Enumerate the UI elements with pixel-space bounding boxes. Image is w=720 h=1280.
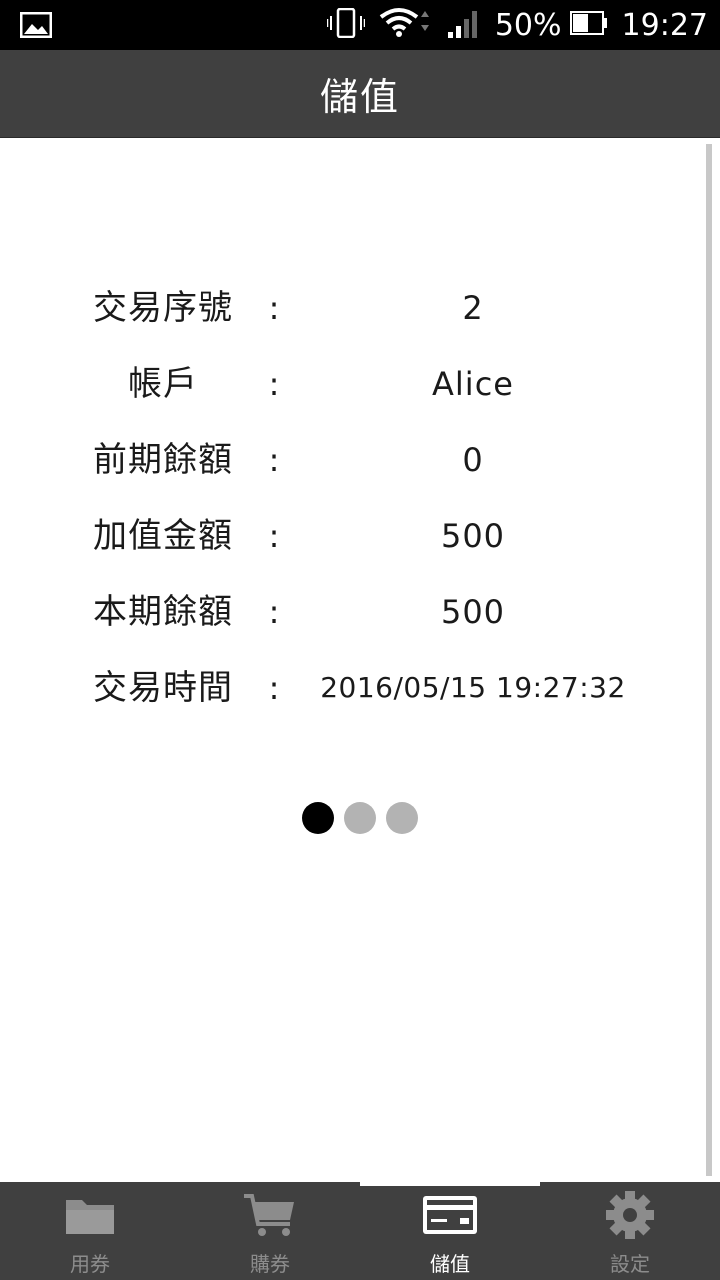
page-dot[interactable] [344, 802, 376, 834]
gear-icon [600, 1190, 660, 1240]
detail-label: 加值金額 [93, 516, 233, 556]
image-notification-icon [19, 11, 53, 42]
detail-row-transaction-time: 交易時間 : 2016/05/15 19:27:32 [0, 658, 720, 718]
detail-row-account: 帳戶 : Alice [0, 354, 720, 414]
detail-value: 2016/05/15 19:27:32 [320, 671, 626, 704]
detail-colon: : [268, 669, 280, 707]
battery-percent: 50% [494, 7, 562, 43]
app-bar: 儲值 [0, 50, 720, 138]
detail-row-transaction-number: 交易序號 : 2 [0, 278, 720, 338]
tab-label: 儲值 [430, 1252, 470, 1276]
detail-value: 500 [440, 593, 506, 631]
detail-value: 500 [440, 517, 506, 555]
tab-label: 設定 [610, 1252, 650, 1276]
wifi-icon [379, 7, 433, 43]
bottom-navigation: 用券 購券 儲值 設定 [0, 1182, 720, 1280]
detail-value: 2 [462, 289, 484, 327]
tab-top-up[interactable]: 儲值 [360, 1182, 540, 1280]
detail-colon: : [268, 593, 280, 631]
detail-colon: : [268, 289, 280, 327]
detail-label: 交易序號 [93, 288, 233, 328]
credit-card-icon [420, 1190, 480, 1240]
transaction-detail-panel[interactable]: 交易序號 : 2 帳戶 : Alice 前期餘額 : 0 加值金額 : 500 … [0, 138, 720, 1182]
detail-colon: : [268, 365, 280, 403]
detail-value: Alice [432, 365, 514, 403]
detail-colon: : [268, 517, 280, 555]
detail-label: 前期餘額 [93, 440, 233, 480]
detail-row-top-up-amount: 加值金額 : 500 [0, 506, 720, 566]
page-dot[interactable] [386, 802, 418, 834]
signal-icon [447, 8, 481, 42]
detail-value: 0 [462, 441, 484, 479]
tab-label: 購券 [250, 1252, 290, 1276]
detail-colon: : [268, 441, 280, 479]
cart-icon [240, 1190, 300, 1240]
status-bar: 50% 19:27 [0, 0, 720, 50]
detail-row-current-balance: 本期餘額 : 500 [0, 582, 720, 642]
tab-use-coupon[interactable]: 用券 [0, 1182, 180, 1280]
clock: 19:27 [621, 7, 708, 43]
detail-label: 本期餘額 [93, 592, 233, 632]
vibrate-icon [326, 7, 366, 42]
detail-row-previous-balance: 前期餘額 : 0 [0, 430, 720, 490]
tab-buy-coupon[interactable]: 購券 [180, 1182, 360, 1280]
detail-label: 帳戶 [128, 364, 198, 404]
tab-settings[interactable]: 設定 [540, 1182, 720, 1280]
tab-label: 用券 [70, 1252, 110, 1276]
page-dot-active[interactable] [302, 802, 334, 834]
page-indicator [0, 802, 720, 836]
page-title: 儲值 [319, 75, 400, 119]
folder-icon [60, 1190, 120, 1240]
active-tab-indicator [360, 1182, 540, 1186]
detail-label: 交易時間 [93, 668, 233, 708]
battery-icon [569, 11, 608, 39]
